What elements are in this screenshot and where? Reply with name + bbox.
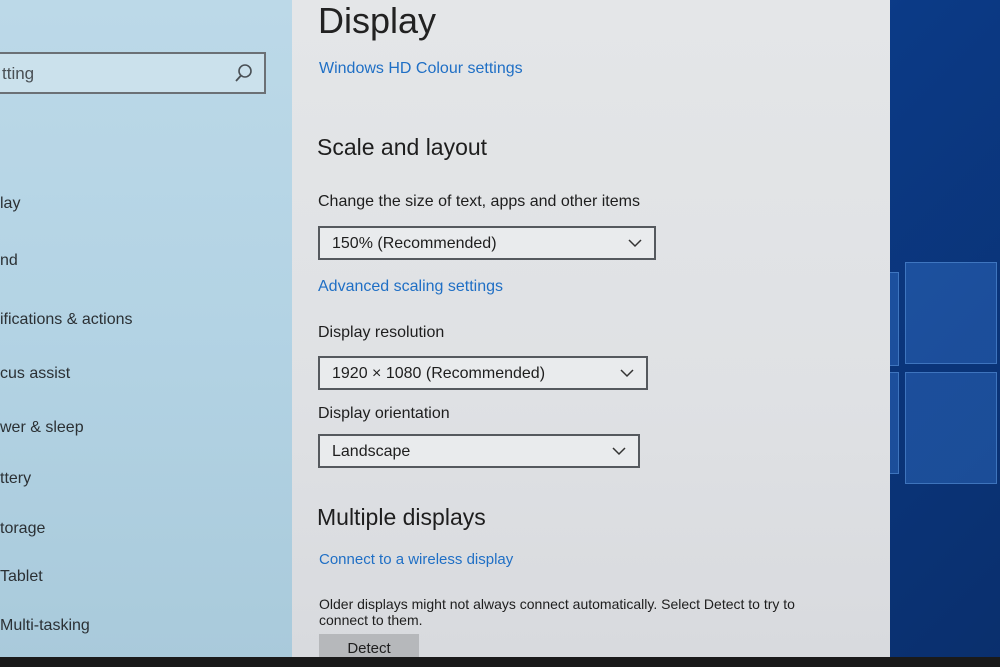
windows-logo-pane bbox=[905, 372, 997, 484]
sidebar-item-label: ifications & actions bbox=[0, 311, 133, 328]
sidebar-item-focus-assist[interactable]: cus assist bbox=[0, 365, 70, 383]
scale-dropdown-value: 150% (Recommended) bbox=[332, 235, 497, 252]
wireless-display-link[interactable]: Connect to a wireless display bbox=[319, 551, 513, 568]
section-heading-scale-layout: Scale and layout bbox=[317, 134, 488, 160]
advanced-scaling-link[interactable]: Advanced scaling settings bbox=[318, 278, 503, 296]
scale-dropdown[interactable]: 150% (Recommended) bbox=[318, 226, 656, 260]
sidebar-item-multitasking[interactable]: Multi-tasking bbox=[0, 617, 90, 635]
search-icon bbox=[235, 64, 252, 82]
sidebar-item-power-sleep[interactable]: wer & sleep bbox=[0, 419, 84, 437]
orientation-dropdown-value: Landscape bbox=[332, 443, 411, 460]
sidebar-item-sound[interactable]: nd bbox=[0, 252, 18, 270]
settings-window: tting lay nd ifications & actions cus as… bbox=[0, 0, 890, 660]
sidebar-item-label: cus assist bbox=[0, 365, 71, 382]
sidebar-item-notifications[interactable]: ifications & actions bbox=[0, 311, 133, 329]
settings-sidebar: tting lay nd ifications & actions cus as… bbox=[0, 0, 292, 660]
sidebar-item-label: wer & sleep bbox=[0, 419, 84, 436]
sidebar-item-label: lay bbox=[0, 195, 21, 212]
sidebar-item-label: Multi-tasking bbox=[0, 617, 90, 634]
chevron-down-icon bbox=[612, 447, 626, 456]
sidebar-item-label: torage bbox=[0, 520, 46, 537]
windows-hd-colour-link[interactable]: Windows HD Colour settings bbox=[319, 60, 523, 78]
resolution-label: Display resolution bbox=[318, 324, 445, 341]
windows-logo-pane bbox=[905, 262, 997, 364]
resolution-dropdown[interactable]: 1920 × 1080 (Recommended) bbox=[318, 356, 648, 390]
chevron-down-icon bbox=[628, 239, 642, 248]
size-label: Change the size of text, apps and other … bbox=[318, 193, 640, 210]
section-heading-multiple-displays: Multiple displays bbox=[317, 504, 486, 530]
search-text: tting bbox=[2, 64, 35, 83]
sidebar-item-battery[interactable]: ttery bbox=[0, 470, 31, 488]
multiple-displays-description: Older displays might not always connect … bbox=[319, 596, 795, 628]
sidebar-item-storage[interactable]: torage bbox=[0, 520, 45, 538]
sidebar-item-display[interactable]: lay bbox=[0, 195, 20, 213]
sidebar-item-label: Tablet bbox=[0, 568, 43, 585]
sidebar-item-label: nd bbox=[0, 252, 18, 269]
monitor-bezel bbox=[0, 657, 1000, 667]
sidebar-item-label: ttery bbox=[0, 470, 32, 487]
resolution-dropdown-value: 1920 × 1080 (Recommended) bbox=[332, 365, 546, 382]
search-input[interactable]: tting bbox=[0, 52, 266, 94]
display-settings-panel: Display Windows HD Colour settings Scale… bbox=[292, 0, 890, 660]
orientation-label: Display orientation bbox=[318, 405, 450, 422]
sidebar-item-tablet[interactable]: Tablet bbox=[0, 568, 43, 586]
chevron-down-icon bbox=[620, 369, 634, 378]
page-title: Display bbox=[318, 0, 437, 41]
orientation-dropdown[interactable]: Landscape bbox=[318, 434, 640, 468]
